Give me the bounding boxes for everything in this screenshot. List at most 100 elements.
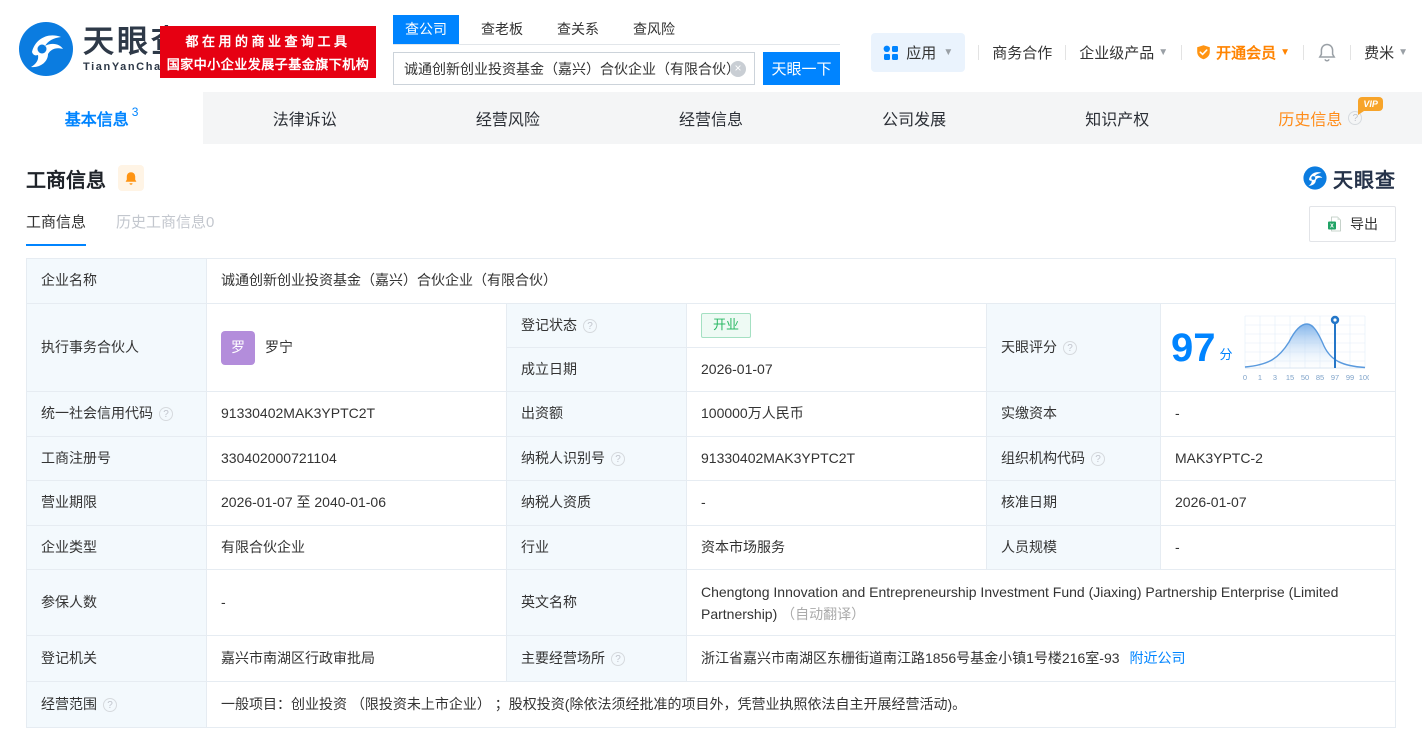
reg-status-label: 登记状态 ? — [507, 304, 687, 347]
company-name-value: 诚通创新创业投资基金（嘉兴）合伙企业（有限合伙） — [221, 272, 557, 289]
tab-operation-info[interactable]: 经营信息 — [609, 92, 812, 144]
subtab-history-business-info[interactable]: 历史工商信息0 — [116, 211, 214, 246]
help-icon[interactable]: ? — [1063, 340, 1077, 355]
tab-history-info[interactable]: 历史信息 ? VIP — [1219, 92, 1422, 144]
tab-operation-risk[interactable]: 经营风险 — [406, 92, 609, 144]
search-input[interactable]: 诚通创新创业投资基金（嘉兴）合伙企业（有限合伙） × — [393, 52, 755, 85]
help-icon[interactable]: ? — [583, 318, 597, 333]
notification-bell-icon[interactable] — [1317, 42, 1337, 63]
nav-user-menu[interactable]: 费米 ▼ — [1364, 42, 1408, 63]
header-nav: 应用 ▼ 商务合作 企业级产品 ▼ 开通会员 ▼ 费米 ▼ — [871, 33, 1408, 72]
ent-type-value: 有限合伙企业 — [207, 526, 507, 569]
tax-id-value: 91330402MAK3YPTC2T — [687, 437, 987, 480]
svg-text:3: 3 — [1272, 373, 1276, 382]
nav-business-coop[interactable]: 商务合作 — [992, 42, 1052, 63]
header: 天眼查 TianYanCha.com 都在用的商业查询工具 国家中小企业发展子基… — [0, 0, 1422, 92]
table-row: 工商注册号 330402000721104 纳税人识别号? 91330402MA… — [27, 437, 1395, 481]
slogan-line1: 都在用的商业查询工具 — [185, 34, 351, 49]
divider — [978, 45, 980, 60]
table-row: 统一社会信用代码? 91330402MAK3YPTC2T 出资额 100000万… — [27, 392, 1395, 437]
en-name-value: Chengtong Innovation and Entrepreneurshi… — [701, 584, 1339, 622]
uscc-label: 统一社会信用代码? — [27, 392, 207, 436]
nav-open-vip[interactable]: 开通会员 ▼ — [1195, 42, 1290, 63]
tax-id-label: 纳税人识别号? — [507, 437, 687, 480]
search-tabs: 查公司 查老板 查关系 查风险 — [393, 15, 840, 45]
table-row: 执行事务合伙人 罗 罗宁 登记状态 ? 开业 成立日期 2026-01-07 天… — [27, 304, 1395, 392]
search-tab-risk[interactable]: 查风险 — [621, 15, 687, 44]
search-tab-boss[interactable]: 查老板 — [469, 15, 535, 44]
authority-label: 登记机关 — [27, 636, 207, 681]
reg-no-label: 工商注册号 — [27, 437, 207, 480]
business-info-table: 企业名称 诚通创新创业投资基金（嘉兴）合伙企业（有限合伙） 执行事务合伙人 罗 … — [26, 258, 1396, 728]
staff-size-label: 人员规模 — [987, 526, 1161, 569]
search-tab-relation[interactable]: 查关系 — [545, 15, 611, 44]
section-title: 工商信息 — [26, 169, 106, 192]
ent-type-label: 企业类型 — [27, 526, 207, 569]
divider — [1303, 45, 1305, 60]
svg-text:0: 0 — [1243, 373, 1247, 382]
vip-badge: VIP — [1358, 97, 1383, 115]
table-row: 企业类型 有限合伙企业 行业 资本市场服务 人员规模 - — [27, 526, 1395, 570]
table-row: 登记机关 嘉兴市南湖区行政审批局 主要经营场所? 浙江省嘉兴市南湖区东栅街道南江… — [27, 636, 1395, 682]
tab-label: 法律诉讼 — [272, 112, 337, 129]
nearby-companies-link[interactable]: 附近公司 — [1130, 649, 1186, 669]
nav-enterprise-product[interactable]: 企业级产品 ▼ — [1079, 42, 1168, 63]
table-row: 参保人数 - 英文名称 Chengtong Innovation and Ent… — [27, 570, 1395, 636]
search-button[interactable]: 天眼一下 — [763, 52, 840, 85]
insured-label: 参保人数 — [27, 570, 207, 635]
premises-value: 浙江省嘉兴市南湖区东栅街道南江路1856号基金小镇1号楼216室-93 附近公司 — [687, 636, 1395, 681]
partner-name: 罗宁 — [265, 338, 293, 355]
tab-label: 基本信息 — [64, 112, 129, 129]
status-badge: 开业 — [701, 313, 752, 338]
paid-in-label: 实缴资本 — [987, 392, 1161, 436]
score-number: 97 — [1171, 325, 1216, 370]
help-icon[interactable]: ? — [611, 451, 625, 466]
help-icon[interactable]: ? — [159, 407, 173, 421]
industry-label: 行业 — [507, 526, 687, 569]
scope-value: 一般项目：创业投资 （限投资未上市企业） ；股权投资(除依法须经批准的项目外，凭… — [221, 695, 967, 712]
svg-text:85: 85 — [1315, 373, 1323, 382]
table-row: 企业名称 诚通创新创业投资基金（嘉兴）合伙企业（有限合伙） — [27, 259, 1395, 304]
avatar: 罗 — [221, 330, 255, 365]
tab-company-development[interactable]: 公司发展 — [813, 92, 1016, 144]
org-code-label: 组织机构代码? — [987, 437, 1161, 480]
alert-bell-icon — [125, 171, 137, 185]
caret-down-icon: ▼ — [1158, 47, 1169, 58]
partner-link[interactable]: 罗 罗宁 — [221, 330, 293, 365]
tab-basic-info[interactable]: 基本信息 3 — [0, 92, 204, 144]
apps-grid-icon — [883, 45, 899, 60]
apps-label: 应用 — [906, 45, 937, 62]
divider — [1350, 45, 1352, 60]
uscc-value: 91330402MAK3YPTC2T — [207, 392, 507, 436]
caret-down-icon: ▼ — [1280, 47, 1291, 58]
industry-value: 资本市场服务 — [687, 526, 987, 569]
search-query-text: 诚通创新创业投资基金（嘉兴）合伙企业（有限合伙） — [404, 60, 730, 77]
en-name-label: 英文名称 — [507, 570, 687, 635]
establish-date-value: 2026-01-07 — [687, 348, 987, 391]
approval-date-value: 2026-01-07 — [1175, 494, 1247, 511]
subtab-business-info[interactable]: 工商信息 — [26, 211, 87, 246]
tab-intellectual-property[interactable]: 知识产权 — [1016, 92, 1219, 144]
auto-translate-note: （自动翻译） — [781, 606, 866, 622]
watermark-logo: 天眼查 — [1303, 164, 1396, 193]
authority-value: 嘉兴市南湖区行政审批局 — [207, 636, 507, 681]
tab-label: 历史信息 — [1278, 112, 1343, 129]
search-tab-company[interactable]: 查公司 — [393, 15, 459, 44]
tab-label: 经营风险 — [475, 112, 540, 129]
help-icon[interactable]: ? — [611, 651, 625, 666]
clear-icon[interactable]: × — [730, 60, 746, 77]
capital-label: 出资额 — [507, 392, 687, 436]
org-code-value: MAK3YPTC-2 — [1175, 449, 1263, 466]
tax-qual-label: 纳税人资质 — [507, 481, 687, 525]
term-value: 2026-01-07 至 2040-01-06 — [207, 481, 507, 525]
apps-menu[interactable]: 应用 ▼ — [871, 33, 966, 72]
export-button[interactable]: x 导出 — [1309, 206, 1396, 242]
paid-in-value: - — [1175, 405, 1180, 422]
monitor-bell-button[interactable] — [118, 165, 144, 191]
table-row: 经营范围? 一般项目：创业投资 （限投资未上市企业） ；股权投资(除依法须经批准… — [27, 682, 1395, 728]
svg-text:50: 50 — [1300, 373, 1308, 382]
tab-legal-proceedings[interactable]: 法律诉讼 — [203, 92, 406, 144]
subtab-row: 工商信息 历史工商信息0 x 导出 — [26, 204, 1396, 246]
help-icon[interactable]: ? — [1091, 451, 1105, 466]
help-icon[interactable]: ? — [103, 697, 117, 712]
